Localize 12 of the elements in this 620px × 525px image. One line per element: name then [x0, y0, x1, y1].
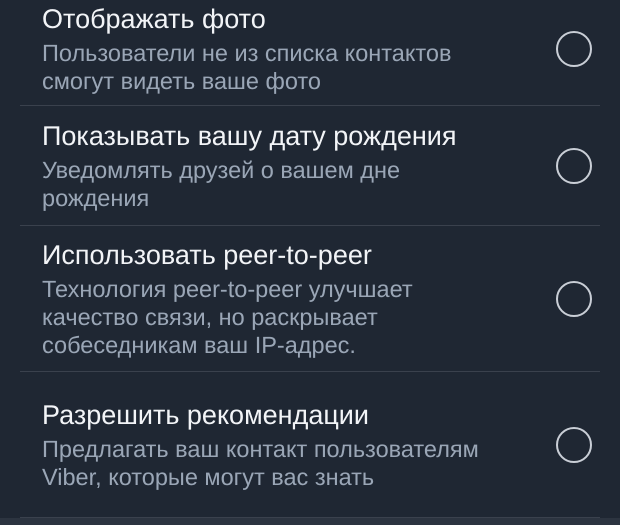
radio-button[interactable] — [556, 148, 592, 184]
setting-description: Пользователи не из списка контактов смогут видеть ваше фото — [42, 38, 452, 94]
radio-button[interactable] — [556, 280, 592, 316]
setting-title: Использовать peer-to-peer — [42, 238, 373, 270]
setting-description: Технология peer-to-peer улучшает качество связи, но раскрывает собеседникам ваш IP-адрес. — [42, 274, 414, 358]
setting-title: Разрешить рекомендации — [42, 398, 370, 430]
setting-title: Отображать фото — [42, 2, 267, 34]
setting-description: Уведомлять друзей о вашем дне рождения — [42, 156, 402, 212]
radio-button[interactable] — [556, 426, 592, 462]
radio-button[interactable] — [556, 30, 592, 66]
setting-title: Показывать вашу дату рождения — [42, 120, 458, 152]
setting-description: Предлагать ваш контакт пользователям Viber, которые могут вас знать — [42, 434, 480, 490]
